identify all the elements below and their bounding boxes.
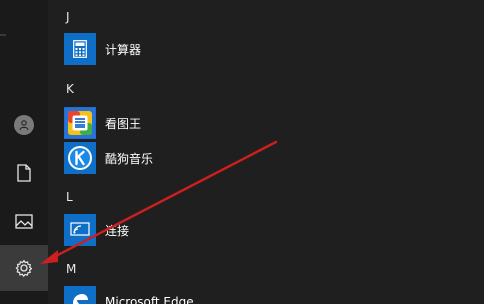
app-label-image-viewer: 看图王 [105,116,142,131]
rail-divider [0,34,6,36]
settings-button[interactable] [0,245,48,291]
gear-icon [15,259,33,277]
pictures-button[interactable] [0,198,48,244]
document-icon [17,164,31,182]
documents-button[interactable] [0,150,48,196]
group-header-j[interactable]: J [66,10,70,24]
user-avatar-icon [14,115,34,135]
app-label-microsoft-edge: Microsoft Edge [105,295,194,304]
app-item-kugou-music[interactable]: 酷狗音乐 [64,142,364,174]
app-item-microsoft-edge[interactable]: Microsoft Edge [64,286,364,304]
app-label-connect: 连接 [105,223,130,238]
app-item-connect[interactable]: 连接 [64,214,364,246]
connect-icon [64,214,96,246]
app-item-calculator[interactable]: 计算器 [64,33,364,65]
edge-icon [64,286,96,304]
start-menu-rail [0,0,48,304]
kugou-icon [64,142,96,174]
group-header-k[interactable]: K [66,82,74,96]
user-account-button[interactable] [0,102,48,148]
picture-icon [15,213,33,229]
group-header-l[interactable]: L [66,190,73,204]
calculator-icon [64,33,96,65]
start-menu: J K L M 计算器 看图王 酷狗音乐 连接 Microsoft Edge [0,0,484,304]
app-item-image-viewer[interactable]: 看图王 [64,107,364,139]
group-header-m[interactable]: M [66,262,76,276]
image-viewer-icon [64,107,96,139]
app-label-calculator: 计算器 [105,42,142,57]
app-label-kugou-music: 酷狗音乐 [105,151,154,166]
